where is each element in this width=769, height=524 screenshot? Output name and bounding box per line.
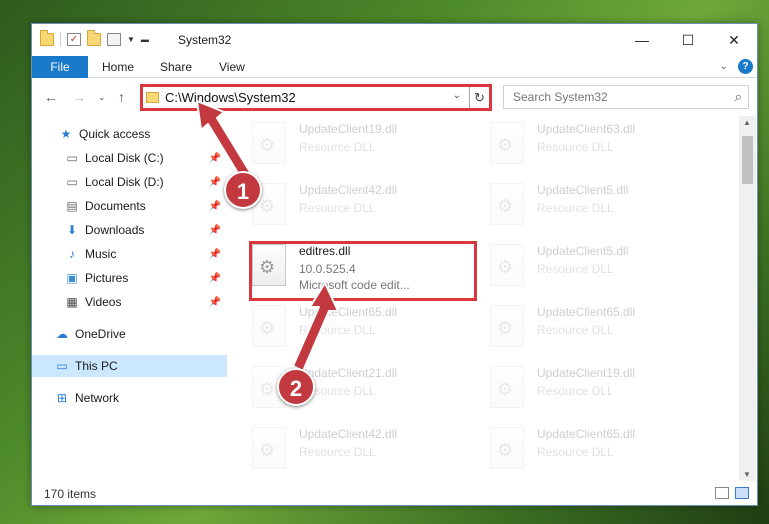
- callout-arrows: [196, 100, 339, 372]
- callout-badge-2: 2: [277, 368, 315, 406]
- callout-arrow-1: [196, 100, 251, 179]
- callout-arrow-2: [292, 282, 339, 372]
- callout-badge-1: 1: [224, 171, 262, 209]
